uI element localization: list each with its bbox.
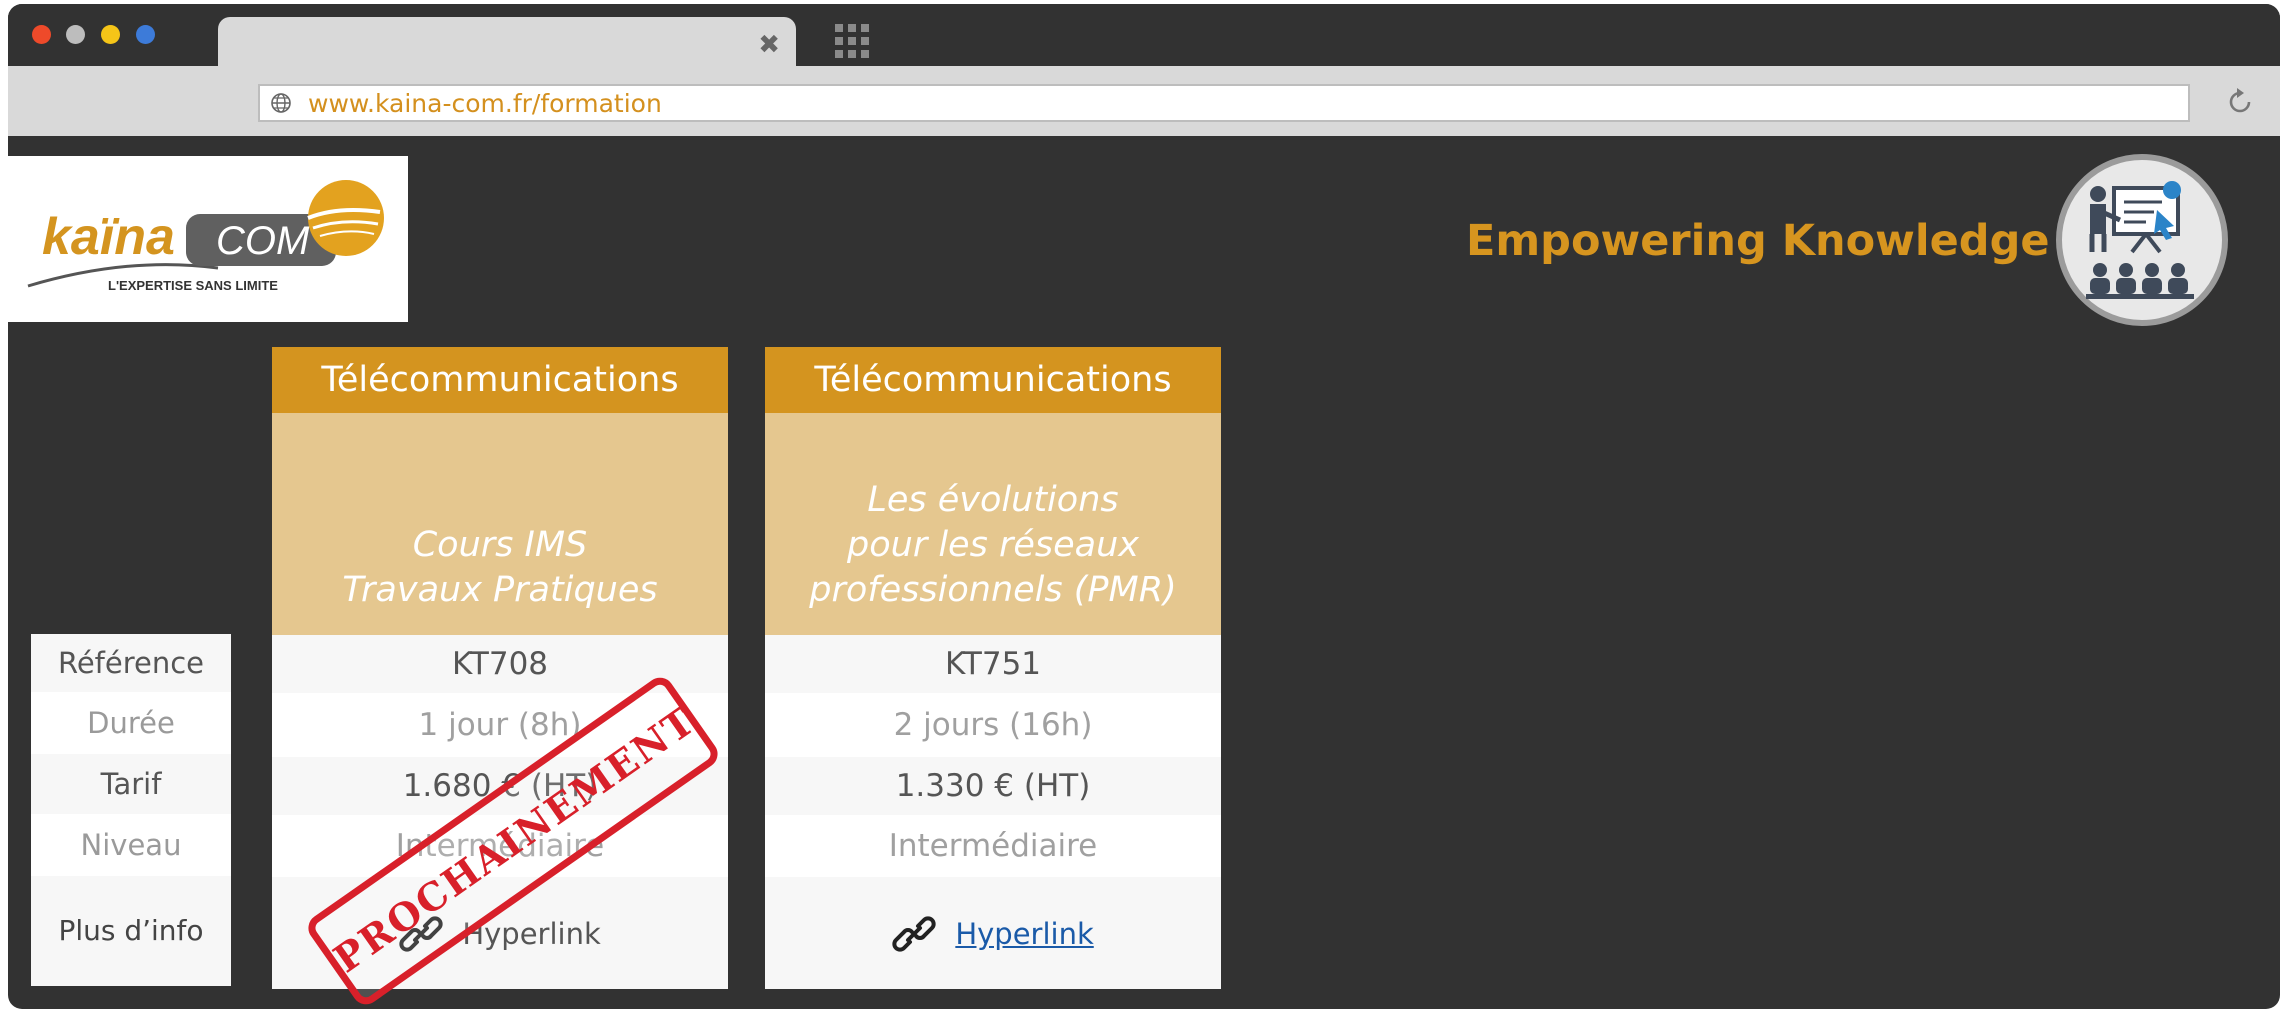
logo-graphic: kaïna COM L'EXPERTISE SANS LIMITE	[27, 180, 384, 293]
url-text: www.kaina-com.fr/formation	[308, 89, 662, 118]
label-price: Tarif	[31, 754, 231, 814]
card-category: Télécommunications	[272, 347, 728, 413]
card-category: Télécommunications	[765, 347, 1221, 413]
tab-close-icon[interactable]: ✖	[758, 31, 780, 59]
logo-word: kaïna	[42, 208, 175, 266]
browser-window: ✖ www.kaina-com.fr/formation kaïna COM L…	[8, 4, 2280, 1009]
browser-tab[interactable]: ✖	[218, 17, 796, 73]
card-title-band: Les évolutions pour les réseaux professi…	[765, 413, 1221, 635]
card-link-row: Hyperlink	[765, 912, 1221, 962]
card-title: Les évolutions pour les réseaux professi…	[809, 480, 1177, 610]
logo-suffix: COM	[216, 219, 310, 263]
maximize-window-dot[interactable]	[101, 25, 120, 44]
card-title-band: Cours IMS Travaux Pratiques	[272, 413, 728, 635]
attribute-labels: Référence Durée Tarif Niveau Plus d’info	[31, 634, 231, 986]
site-tagline: Empowering Knowledge	[1466, 216, 2050, 266]
apps-grid-icon[interactable]	[835, 24, 869, 58]
logo-tagline: L'EXPERTISE SANS LIMITE	[108, 278, 278, 293]
address-bar: www.kaina-com.fr/formation	[8, 66, 2280, 136]
close-window-dot[interactable]	[32, 25, 51, 44]
tab-bar: ✖	[8, 4, 2280, 73]
reload-icon[interactable]	[2222, 84, 2258, 120]
card-title: Cours IMS Travaux Pratiques	[342, 525, 658, 610]
globe-icon	[271, 93, 291, 113]
label-reference: Référence	[31, 634, 231, 692]
card-reference: KT751	[765, 635, 1221, 693]
training-badge-icon	[2056, 154, 2228, 326]
fullscreen-window-dot[interactable]	[136, 25, 155, 44]
url-field[interactable]: www.kaina-com.fr/formation	[258, 84, 2190, 122]
label-duration: Durée	[31, 692, 231, 754]
label-more-info: Plus d’info	[31, 876, 231, 986]
card-hyperlink[interactable]: Hyperlink	[955, 917, 1093, 951]
company-logo[interactable]: kaïna COM L'EXPERTISE SANS LIMITE	[8, 156, 408, 322]
card-level: Intermédiaire	[765, 815, 1221, 877]
minimize-window-dot[interactable]	[66, 25, 85, 44]
card-price: 1.330 € (HT)	[765, 757, 1221, 815]
link-icon[interactable]	[892, 912, 936, 956]
course-card-kt751: Télécommunications Les évolutions pour l…	[765, 347, 1221, 989]
label-level: Niveau	[31, 814, 231, 876]
card-duration: 2 jours (16h)	[765, 693, 1221, 757]
